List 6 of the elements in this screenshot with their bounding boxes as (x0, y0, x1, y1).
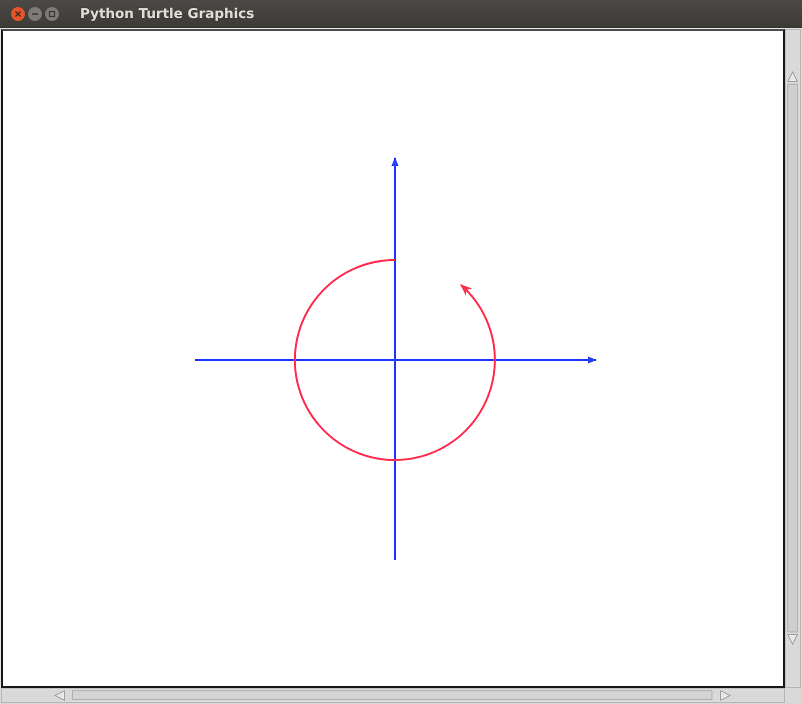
horizontal-scrollbar[interactable] (1, 688, 785, 703)
window-title: Python Turtle Graphics (80, 6, 254, 22)
close-icon[interactable] (11, 7, 25, 21)
minimize-icon[interactable] (28, 7, 42, 21)
vertical-scrollbar[interactable] (785, 29, 801, 688)
maximize-icon[interactable] (45, 7, 59, 21)
